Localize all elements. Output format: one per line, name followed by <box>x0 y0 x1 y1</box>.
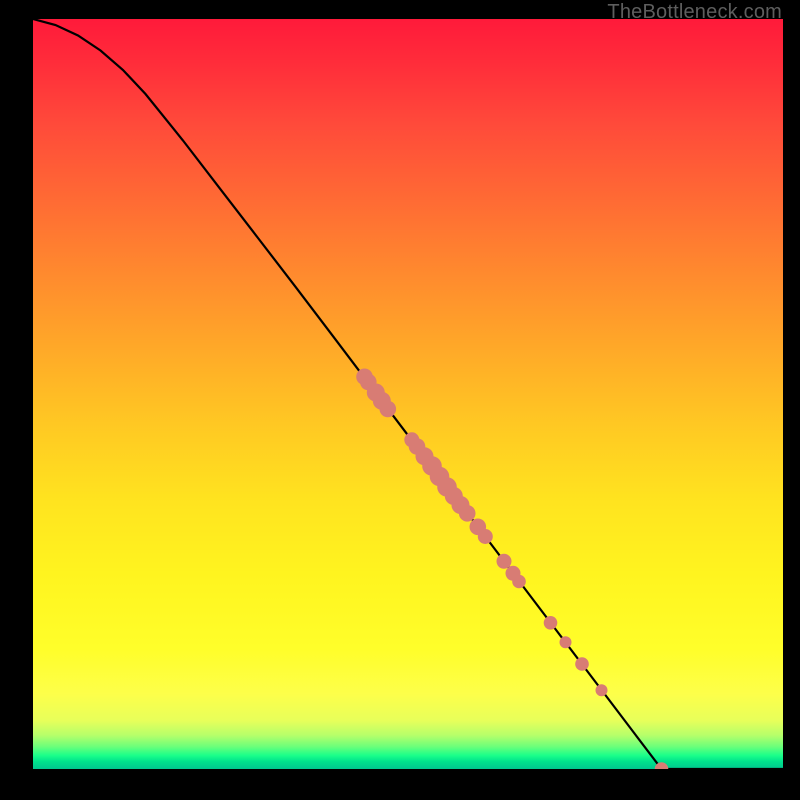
data-point <box>512 575 526 589</box>
plot-area <box>33 19 783 769</box>
data-point <box>497 554 512 569</box>
data-point <box>544 616 558 630</box>
chart-svg <box>33 19 783 769</box>
data-point <box>380 401 397 418</box>
chart-frame: TheBottleneck.com <box>0 0 800 800</box>
data-point <box>478 529 493 544</box>
data-point <box>596 684 608 696</box>
main-curve <box>33 19 783 769</box>
watermark-text: TheBottleneck.com <box>607 1 782 24</box>
data-point <box>575 657 589 671</box>
data-point <box>459 505 476 522</box>
data-point <box>560 636 572 648</box>
